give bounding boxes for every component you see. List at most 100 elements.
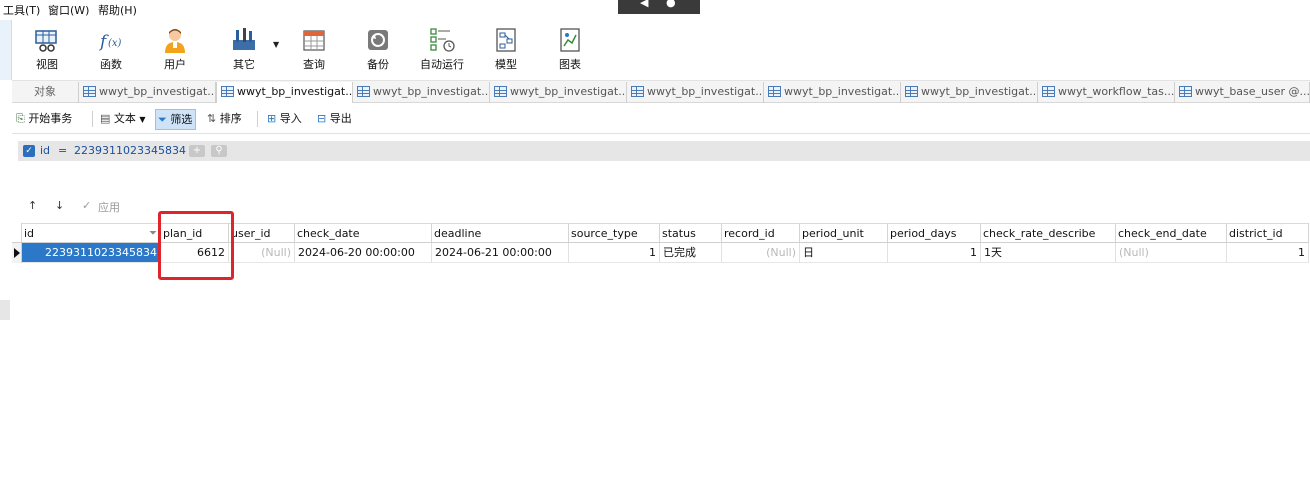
cell-user-id[interactable]: (Null) <box>229 243 295 263</box>
import-icon: ⊞ <box>267 112 277 125</box>
cell-id[interactable]: 2239311023345834 <box>22 243 161 263</box>
arrow-down-icon[interactable]: ↓ <box>55 199 64 212</box>
divider <box>92 111 93 127</box>
tab-table-1[interactable]: wwyt_bp_investigat... <box>79 82 216 103</box>
tab-table-8[interactable]: wwyt_workflow_tas... <box>1038 82 1175 103</box>
cell-period-unit[interactable]: 日 <box>800 243 888 263</box>
cell-deadline[interactable]: 2024-06-21 00:00:00 <box>432 243 569 263</box>
column-header-deadline[interactable]: deadline <box>432 223 569 243</box>
view-button[interactable]: 视图 <box>19 24 75 76</box>
other-button[interactable]: 其它 <box>216 24 272 76</box>
begin-transaction-button[interactable]: ⎘ 开始事务 <box>16 109 72 130</box>
text-button[interactable]: ▤ 文本 ▼ <box>100 109 146 130</box>
column-header-check-date[interactable]: check_date <box>295 223 432 243</box>
previous-icon[interactable]: ◀ <box>640 0 648 9</box>
tab-table-4[interactable]: wwyt_bp_investigat... <box>490 82 627 103</box>
cell-check-date[interactable]: 2024-06-20 00:00:00 <box>295 243 432 263</box>
filter-icon: ⏷ <box>158 113 167 126</box>
cell-status[interactable]: 已完成 <box>660 243 722 263</box>
tab-table-3[interactable]: wwyt_bp_investigat... <box>353 82 490 103</box>
backup-button[interactable]: 备份 <box>350 24 406 76</box>
tools-icon <box>230 26 258 54</box>
table-icon <box>1042 86 1055 97</box>
main-toolbar: 视图 f (x) 函数 用户 其它 ▼ 查询 备份 自动运行 模型 图表 <box>12 20 1310 80</box>
chart-icon <box>556 26 584 54</box>
export-icon: ⊟ <box>317 112 327 125</box>
autorun-icon <box>428 26 456 54</box>
cell-district-id[interactable]: 1 <box>1227 243 1309 263</box>
import-button[interactable]: ⊞ 导入 <box>267 109 302 130</box>
cell-source-type[interactable]: 1 <box>569 243 660 263</box>
cell-period-days[interactable]: 1 <box>888 243 981 263</box>
column-header-check-rate-describe[interactable]: check_rate_describe <box>981 223 1116 243</box>
filter-operator[interactable]: = <box>58 144 67 157</box>
apply-button[interactable]: 应用 <box>98 199 120 215</box>
menu-window[interactable]: 窗口(W) <box>48 2 89 18</box>
column-header-record-id[interactable]: record_id <box>722 223 800 243</box>
tab-table-2-active[interactable]: wwyt_bp_investigat... <box>216 82 353 103</box>
document-icon: ▤ <box>100 112 111 125</box>
filter-value[interactable]: 2239311023345834 <box>74 144 186 157</box>
query-icon <box>300 26 328 54</box>
column-header-id[interactable]: id ⏷ <box>22 223 161 243</box>
cell-record-id[interactable]: (Null) <box>722 243 800 263</box>
tab-table-5[interactable]: wwyt_bp_investigat... <box>627 82 764 103</box>
tab-table-9[interactable]: wwyt_base_user @... <box>1175 82 1310 103</box>
column-header-source-type[interactable]: source_type <box>569 223 660 243</box>
cell-check-end-date[interactable]: (Null) <box>1116 243 1227 263</box>
tab-objects[interactable]: 对象 <box>12 82 79 103</box>
cell-check-rate-describe[interactable]: 1天 <box>981 243 1116 263</box>
table-icon <box>221 86 234 97</box>
add-filter-icon[interactable]: + <box>189 145 205 157</box>
filter-options-icon[interactable]: ⚲ <box>211 145 227 157</box>
current-row-arrow-icon <box>14 248 20 258</box>
filter-field[interactable]: id <box>40 144 50 157</box>
menu-help[interactable]: 帮助(H) <box>98 2 137 18</box>
tab-bar: 对象 wwyt_bp_investigat... wwyt_bp_investi… <box>12 80 1310 103</box>
tab-table-6[interactable]: wwyt_bp_investigat... <box>764 82 901 103</box>
left-panel-edge <box>0 20 12 80</box>
info-icon[interactable]: ● <box>666 0 676 9</box>
user-button[interactable]: 用户 <box>147 24 203 76</box>
export-button[interactable]: ⊟ 导出 <box>317 109 352 130</box>
filter-bar: ✓ id = 2239311023345834 + ⚲ <box>18 141 1310 161</box>
media-control-overlay: ◀ ● <box>618 0 700 14</box>
backup-icon <box>364 26 392 54</box>
column-header-user-id[interactable]: user_id <box>229 223 295 243</box>
svg-text:(x): (x) <box>108 38 122 49</box>
view-icon <box>33 26 61 54</box>
column-header-check-end-date[interactable]: check_end_date <box>1116 223 1227 243</box>
table-icon <box>905 86 918 97</box>
table-icon <box>357 86 370 97</box>
table-icon <box>768 86 781 97</box>
model-button[interactable]: 模型 <box>478 24 534 76</box>
function-button[interactable]: f (x) 函数 <box>83 24 139 76</box>
autorun-button[interactable]: 自动运行 <box>414 24 470 76</box>
filter-button[interactable]: ⏷ 筛选 <box>155 109 197 130</box>
other-dropdown-icon[interactable]: ▼ <box>273 40 279 49</box>
query-button[interactable]: 查询 <box>286 24 342 76</box>
table-icon <box>631 86 644 97</box>
filter-enabled-checkbox[interactable]: ✓ <box>23 145 35 157</box>
data-action-bar: ⎘ 开始事务 ▤ 文本 ▼ ⏷ 筛选 ⇅ 排序 ⊞ 导入 ⊟ 导出 <box>12 104 1310 134</box>
function-icon: f (x) <box>97 26 125 54</box>
table-icon <box>494 86 507 97</box>
column-header-period-unit[interactable]: period_unit <box>800 223 888 243</box>
tab-table-7[interactable]: wwyt_bp_investigat... <box>901 82 1038 103</box>
chart-button[interactable]: 图表 <box>542 24 598 76</box>
checkmark-icon: ✓ <box>82 199 92 212</box>
annotation-highlight-box <box>158 211 234 280</box>
menu-tools[interactable]: 工具(T) <box>3 2 40 18</box>
user-icon <box>161 26 189 54</box>
arrow-up-icon[interactable]: ↑ <box>28 199 37 212</box>
column-header-status[interactable]: status <box>660 223 722 243</box>
sort-icon: ⇅ <box>207 112 217 125</box>
menu-bar: 工具(T) 窗口(W) 帮助(H) ◀ ● <box>0 0 1310 20</box>
column-header-district-id[interactable]: district_id <box>1227 223 1309 243</box>
chevron-down-icon: ▼ <box>139 115 146 124</box>
sort-button[interactable]: ⇅ 排序 <box>207 109 242 130</box>
column-header-period-days[interactable]: period_days <box>888 223 981 243</box>
divider <box>257 111 258 127</box>
table-icon <box>1179 86 1192 97</box>
table-icon <box>83 86 96 97</box>
